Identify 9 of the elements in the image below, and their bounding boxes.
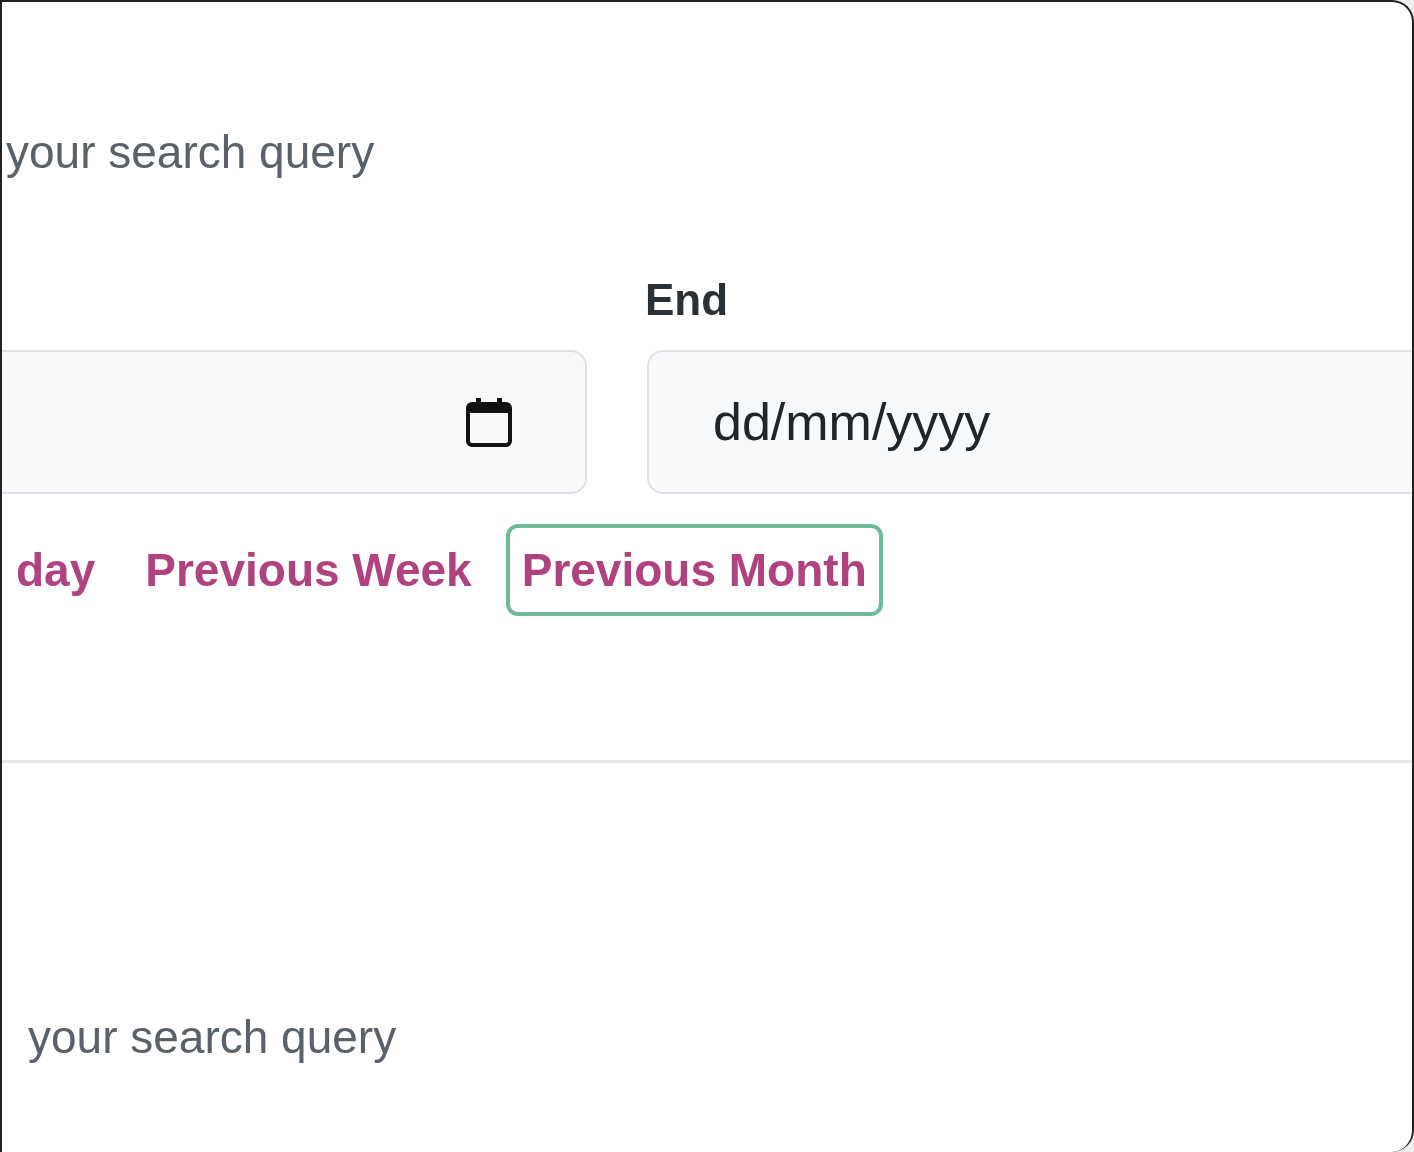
quick-range-link[interactable]: day: [2, 524, 112, 616]
calendar-icon[interactable]: [465, 396, 513, 448]
hint-text: your search query: [28, 1011, 397, 1063]
quick-range-link[interactable]: Previous Month: [505, 524, 883, 616]
hint-text: your search query: [6, 126, 375, 178]
field-label: End: [645, 274, 729, 326]
start-date-field[interactable]: [2, 350, 587, 494]
quick-range-link[interactable]: Previous Week: [129, 524, 488, 616]
end-date-field[interactable]: dd/mm/yyyy: [647, 350, 1412, 494]
